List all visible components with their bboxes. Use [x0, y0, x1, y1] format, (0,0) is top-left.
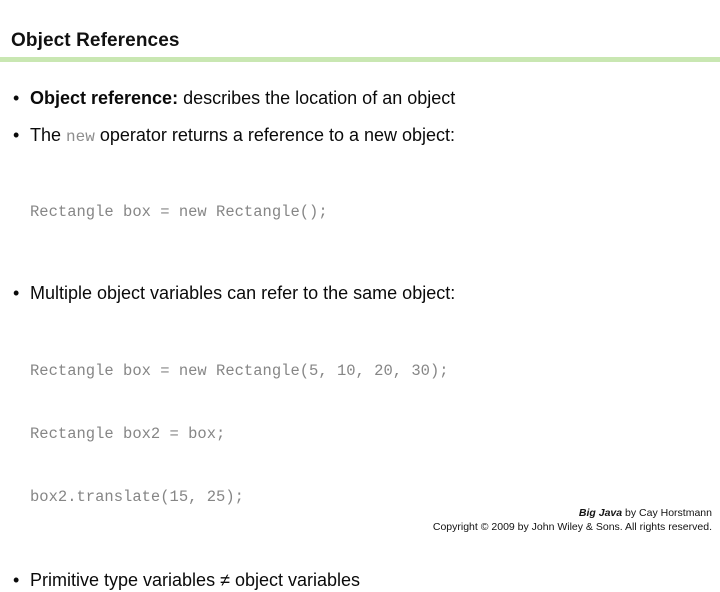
bullet-item-primitive-vs-object: • Primitive type variables ≠ object varia…: [0, 568, 720, 592]
book-byline: by Cay Horstmann: [622, 507, 712, 519]
bullet-prefix-text: The: [30, 125, 67, 145]
bullet-marker-icon: •: [13, 125, 20, 145]
slide-footer: Big Java by Cay Horstmann Copyright © 20…: [433, 506, 712, 534]
bullet-lead-term: Object reference: [30, 88, 173, 108]
bullet-marker-icon: •: [13, 283, 20, 303]
inline-code-keyword: new: [66, 128, 95, 146]
bullet-rest-text: describes the location of an object: [178, 88, 456, 108]
bullet-item-multiple-variables: • Multiple object variables can refer to …: [0, 281, 720, 305]
code-line: Rectangle box = new Rectangle();: [30, 203, 328, 221]
bullet-text: Multiple object variables can refer to t…: [30, 283, 456, 303]
footer-attribution: Big Java by Cay Horstmann: [433, 506, 712, 520]
slide: Object References • Object reference: des…: [0, 0, 720, 590]
page-title: Object References: [11, 30, 180, 51]
code-block-new-rectangle: Rectangle box = new Rectangle();: [0, 160, 720, 265]
bullet-item-object-reference: • Object reference: describes the locatio…: [0, 86, 720, 110]
bullet-rest-text: operator returns a reference to a new ob…: [94, 125, 456, 145]
code-line: Rectangle box = new Rectangle(5, 10, 20,…: [30, 362, 449, 380]
title-area: Object References: [0, 0, 720, 62]
bullet-marker-icon: •: [13, 570, 20, 590]
book-title: Big Java: [578, 507, 623, 519]
bullet-text: Primitive type variables ≠ object variab…: [30, 570, 361, 590]
footer-copyright: Copyright © 2009 by John Wiley & Sons. A…: [432, 521, 712, 533]
code-line: box2.translate(15, 25);: [30, 488, 244, 506]
bullet-item-new-operator: • The new operator returns a reference to…: [0, 123, 720, 149]
code-line: Rectangle box2 = box;: [30, 425, 226, 443]
bullet-marker-icon: •: [13, 88, 20, 108]
